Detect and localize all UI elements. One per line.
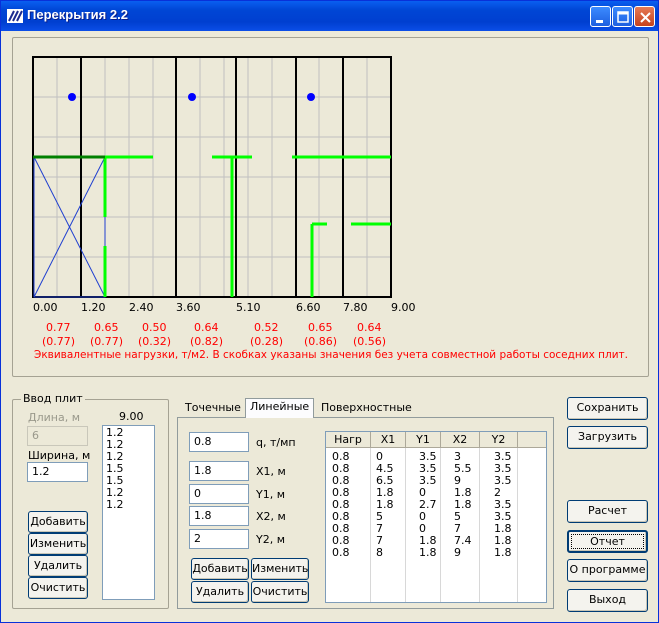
x-label-6: 7.80 — [343, 301, 368, 314]
loads-table[interactable]: Нагр X1 Y1 X2 Y2 0.8 0 3.5 3 3.5 0.8 4.5 3.5 5.5… — [325, 431, 547, 603]
slab-group-title: Ввод плит — [21, 392, 85, 405]
table-cell[interactable]: 8 — [376, 547, 383, 559]
column-header[interactable]: Нагр — [326, 432, 371, 448]
load-bottom-1: (0.77) — [42, 335, 76, 348]
x1-label: X1, м — [256, 465, 286, 478]
table-cell[interactable]: 1.8 — [494, 547, 512, 559]
grid-line — [405, 448, 406, 602]
x2-label: X2, м — [256, 510, 286, 523]
list-item[interactable]: 1.2 — [106, 499, 151, 511]
edit-load-button[interactable]: Изменить — [251, 558, 309, 580]
tab-point-loads[interactable]: Точечные — [181, 400, 245, 417]
linear-loads — [33, 155, 391, 297]
load-top-6: 0.65 — [308, 321, 333, 334]
x-label-1: 1.20 — [81, 301, 106, 314]
y1-field[interactable]: 0 — [189, 484, 249, 504]
column-header-empty — [518, 432, 546, 448]
y2-label: Y2, м — [256, 533, 286, 546]
x-label-3: 3.60 — [176, 301, 201, 314]
close-button[interactable] — [634, 6, 655, 27]
x-label-4: 5.10 — [236, 301, 261, 314]
total-length: 9.00 — [119, 410, 144, 423]
loads-note: Эквивалентные нагрузки, т/м2. В скобках … — [34, 349, 628, 361]
grid-line — [479, 448, 480, 602]
load-top-7: 0.64 — [357, 321, 382, 334]
floor-plan-drawing[interactable] — [21, 45, 421, 315]
grid-line — [440, 448, 441, 602]
edit-slab-button[interactable]: Изменить — [28, 533, 88, 555]
load-top-3: 0.50 — [142, 321, 167, 334]
maximize-button[interactable] — [612, 6, 633, 27]
load-top-2: 0.65 — [94, 321, 119, 334]
slab-list[interactable]: 1.2 1.2 1.2 1.5 1.5 1.2 1.2 — [102, 425, 155, 600]
load-top-4: 0.64 — [194, 321, 219, 334]
load-bottom-3: (0.32) — [138, 335, 172, 348]
report-button[interactable]: Отчет — [567, 530, 648, 553]
load-bottom-7: (0.56) — [353, 335, 387, 348]
add-load-button[interactable]: Добавить — [191, 558, 249, 580]
load-top-5: 0.52 — [254, 321, 279, 334]
clear-loads-button[interactable]: Очистить — [251, 581, 309, 603]
clear-slabs-button[interactable]: Очистить — [28, 577, 88, 599]
tab-surface-loads[interactable]: Поверхностные — [317, 400, 416, 417]
load-bottom-6: (0.86) — [304, 335, 338, 348]
exit-button[interactable]: Выход — [567, 589, 648, 612]
main-window: Перекрытия 2.2 0.00 1.20 2.40 3.60 5.10 … — [0, 0, 659, 623]
load-bottom-4: (0.82) — [190, 335, 224, 348]
save-button[interactable]: Сохранить — [567, 397, 648, 420]
y1-label: Y1, м — [256, 488, 286, 501]
load-bottom-5: (0.28) — [250, 335, 284, 348]
about-button[interactable]: О программе — [567, 559, 648, 582]
y2-field[interactable]: 2 — [189, 529, 249, 549]
width-label: Ширина, м — [28, 449, 91, 462]
x1-field[interactable]: 1.8 — [189, 461, 249, 481]
q-field[interactable]: 0.8 — [189, 432, 249, 452]
x-label-0: 0.00 — [33, 301, 58, 314]
title-bar[interactable]: Перекрытия 2.2 — [1, 1, 658, 31]
grid-line — [517, 448, 518, 602]
delete-load-button[interactable]: Удалить — [191, 581, 249, 603]
q-label: q, т/мп — [256, 436, 296, 449]
x-label-7: 9.00 — [391, 301, 416, 314]
column-header[interactable]: X2 — [441, 432, 480, 448]
app-icon — [7, 9, 23, 23]
table-cell[interactable]: 1.8 — [419, 547, 437, 559]
window-title: Перекрытия 2.2 — [27, 7, 128, 22]
delete-slab-button[interactable]: Удалить — [28, 555, 88, 577]
width-field[interactable]: 1.2 — [27, 462, 88, 482]
load-button[interactable]: Загрузить — [567, 426, 648, 449]
load-top-1: 0.77 — [46, 321, 71, 334]
calculate-button[interactable]: Расчет — [567, 500, 648, 523]
minimize-button[interactable] — [590, 6, 611, 27]
table-cell[interactable]: 9 — [454, 547, 461, 559]
column-header[interactable]: Y2 — [480, 432, 518, 448]
length-label: Длина, м — [28, 411, 80, 424]
x-label-2: 2.40 — [129, 301, 154, 314]
column-header[interactable]: X1 — [371, 432, 406, 448]
x2-field[interactable]: 1.8 — [189, 506, 249, 526]
add-slab-button[interactable]: Добавить — [28, 511, 88, 533]
column-header[interactable]: Y1 — [406, 432, 441, 448]
length-field[interactable]: 6 — [27, 426, 88, 446]
load-bottom-2: (0.77) — [90, 335, 124, 348]
tab-linear-loads[interactable]: Линейные — [245, 398, 315, 418]
x-label-5: 6.60 — [296, 301, 321, 314]
table-cell[interactable]: 0.8 — [332, 547, 350, 559]
grid-line — [370, 448, 371, 602]
selected-slab — [33, 156, 106, 298]
